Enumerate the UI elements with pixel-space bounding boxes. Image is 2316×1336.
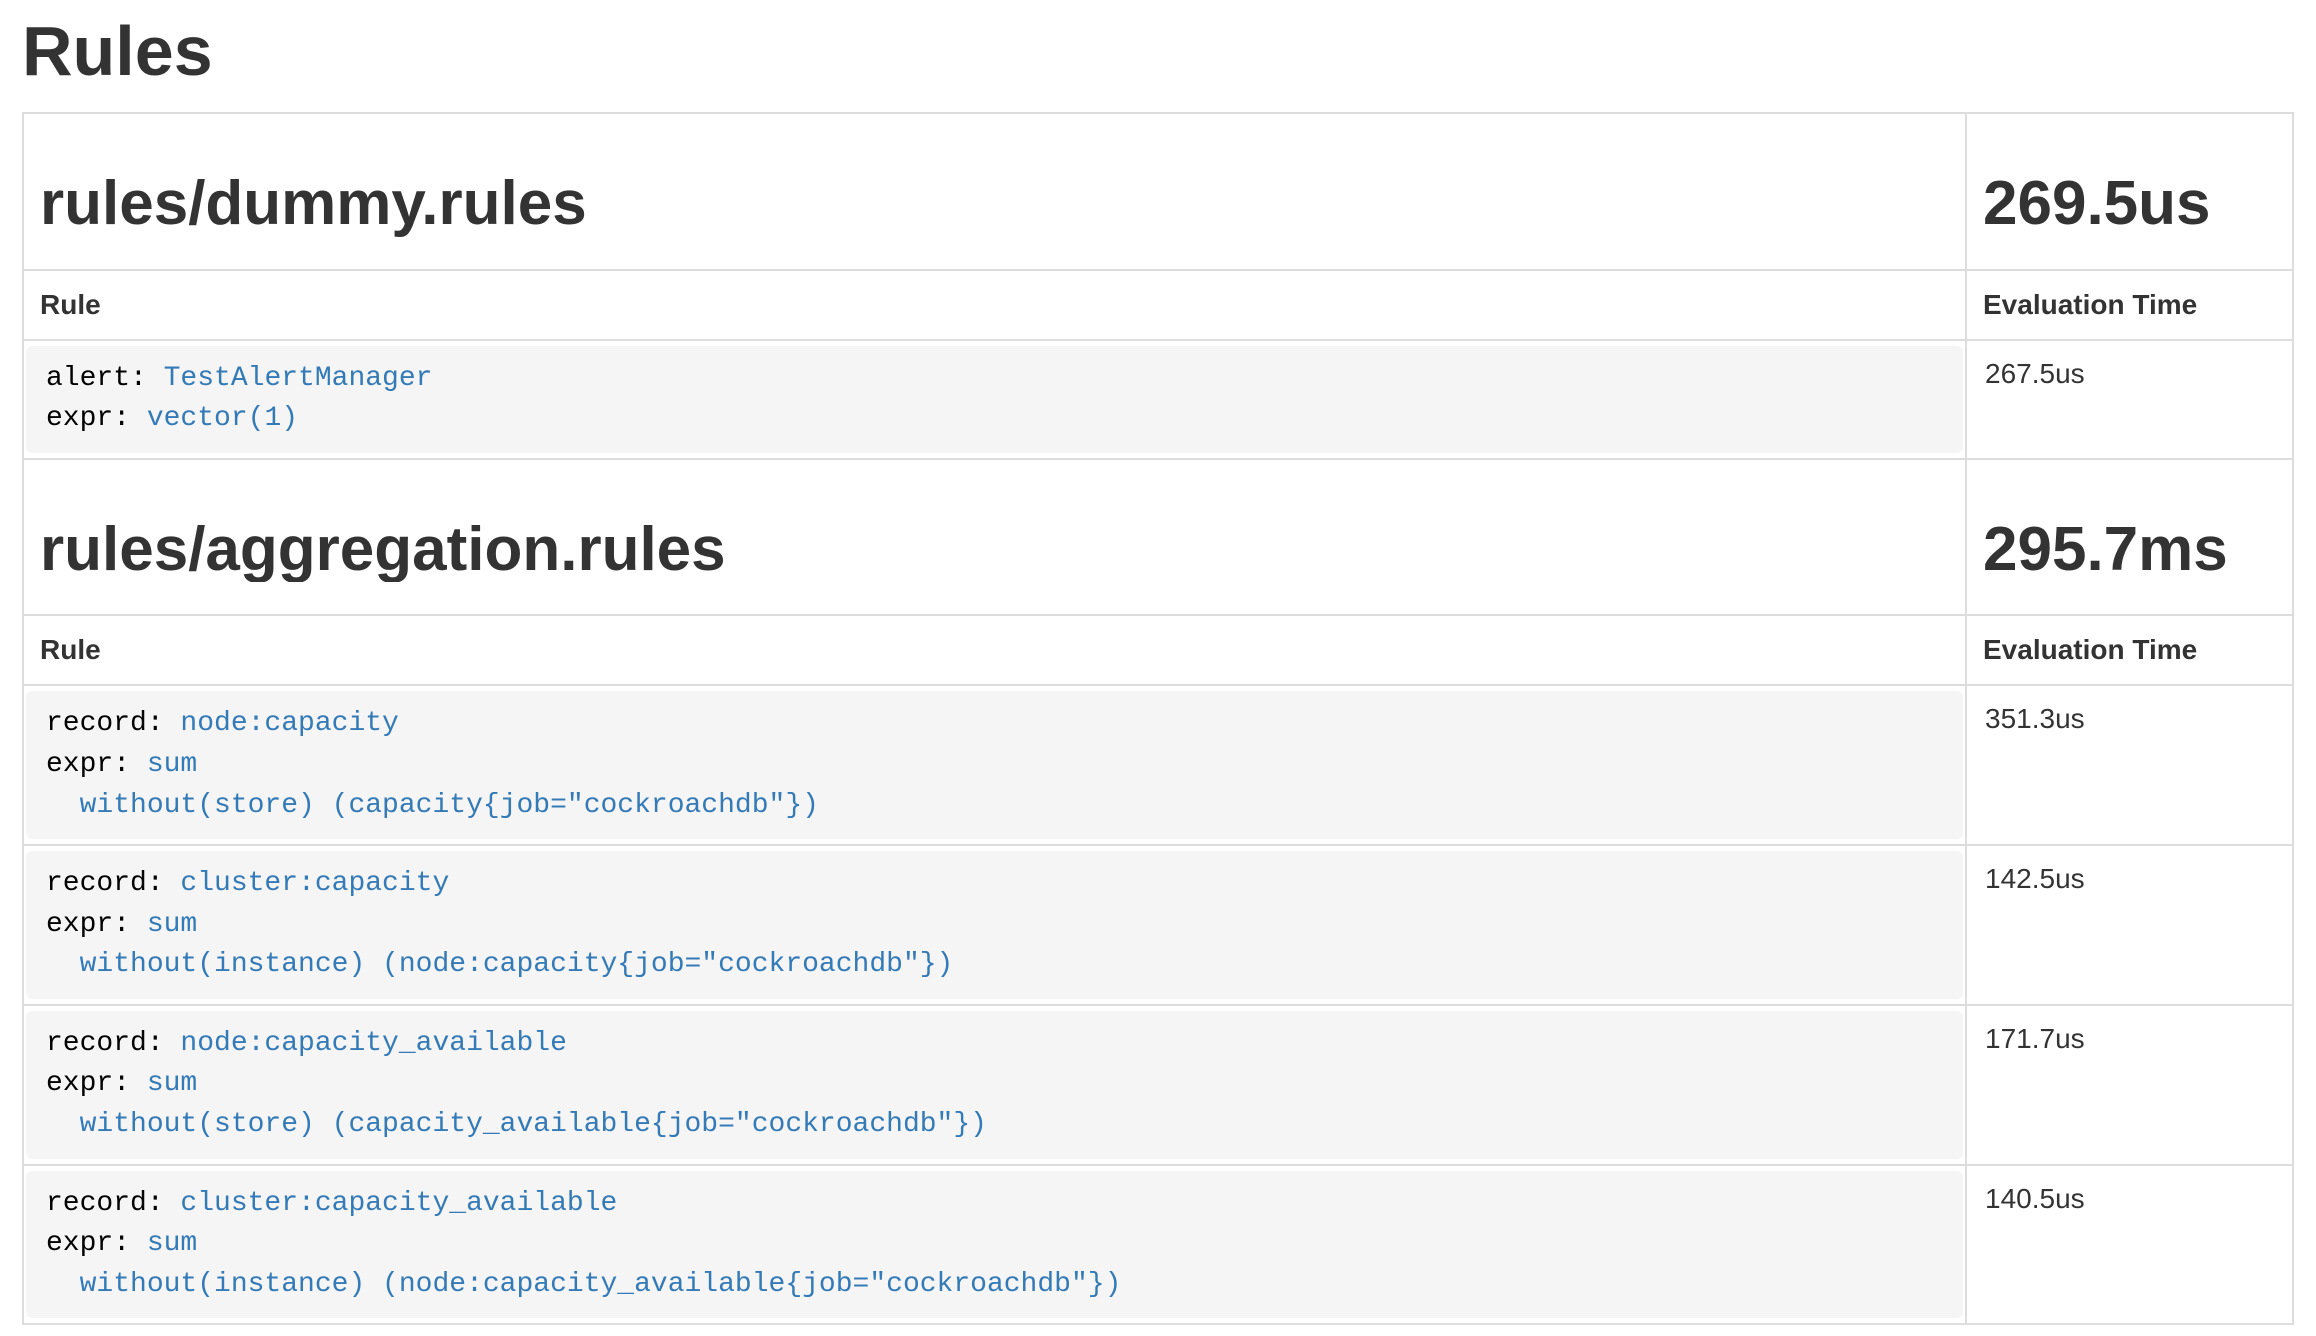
rule-name-link[interactable]: node:capacity_available [180, 1028, 566, 1059]
rule-definition: record: node:capacity expr: sum without(… [26, 691, 1963, 839]
rule-eval-time: 351.3us [1966, 685, 2293, 845]
rule-line: record: node:capacity_available [46, 1024, 1943, 1065]
rule-line: expr: vector(1) [46, 399, 1943, 440]
rule-field-label: record: [46, 1188, 180, 1219]
rule-group-eval-total: 269.5us [1983, 172, 2276, 236]
rule-expression-link[interactable]: sum [147, 749, 197, 780]
column-header-row: Rule Evaluation Time [23, 615, 2293, 685]
rule-group-eval-total: 295.7ms [1983, 518, 2276, 582]
rule-line: expr: sum [46, 1224, 1943, 1265]
rule-field-label: record: [46, 1028, 180, 1059]
time-column-header: Evaluation Time [1966, 270, 2293, 340]
rule-line: without(store) (capacity_available{job="… [46, 1105, 1943, 1146]
rule-row: record: node:capacity_available expr: su… [23, 1005, 2293, 1165]
rule-name-link[interactable]: TestAlertManager [164, 363, 433, 394]
rule-eval-time: 140.5us [1966, 1165, 2293, 1325]
rule-expression-link[interactable]: without(instance) (node:capacity{job="co… [46, 949, 953, 980]
rule-definition: record: cluster:capacity expr: sum witho… [26, 851, 1963, 999]
rules-page: Rules rules/dummy.rules 269.5us Rule Eva… [0, 14, 2316, 1325]
group-header-row: rules/dummy.rules 269.5us [23, 113, 2293, 269]
rule-expression-link[interactable]: without(instance) (node:capacity_availab… [46, 1269, 1121, 1300]
rule-line: expr: sum [46, 1064, 1943, 1105]
rule-row: alert: TestAlertManager expr: vector(1) … [23, 340, 2293, 459]
rule-field-label: record: [46, 708, 180, 739]
page-title: Rules [22, 14, 2294, 88]
rule-column-header: Rule [23, 615, 1966, 685]
group-header-row: rules/aggregation.rules 295.7ms [23, 459, 2293, 615]
rule-group-file: rules/dummy.rules [40, 172, 1949, 236]
rule-expression-link[interactable]: without(store) (capacity{job="cockroachd… [46, 790, 819, 821]
rule-field-label: alert: [46, 363, 164, 394]
rule-row: record: cluster:capacity_available expr:… [23, 1165, 2293, 1325]
rule-line: record: node:capacity [46, 704, 1943, 745]
rule-expression-link[interactable]: sum [147, 1068, 197, 1099]
rule-line: expr: sum [46, 745, 1943, 786]
rule-line: without(instance) (node:capacity{job="co… [46, 945, 1943, 986]
rule-row: record: node:capacity expr: sum without(… [23, 685, 2293, 845]
rule-expression-link[interactable]: sum [147, 1228, 197, 1259]
rules-table: rules/dummy.rules 269.5us Rule Evaluatio… [22, 112, 2294, 1325]
rule-line: record: cluster:capacity [46, 864, 1943, 905]
rule-field-label: expr: [46, 1228, 147, 1259]
rule-line: without(store) (capacity{job="cockroachd… [46, 786, 1943, 827]
rule-name-link[interactable]: node:capacity [180, 708, 398, 739]
column-header-row: Rule Evaluation Time [23, 270, 2293, 340]
rule-expression-link[interactable]: vector(1) [147, 403, 298, 434]
rule-definition: alert: TestAlertManager expr: vector(1) [26, 346, 1963, 453]
rule-line: alert: TestAlertManager [46, 359, 1943, 400]
rule-line: without(instance) (node:capacity_availab… [46, 1265, 1943, 1306]
rule-field-label: expr: [46, 909, 147, 940]
rule-definition: record: node:capacity_available expr: su… [26, 1011, 1963, 1159]
rule-eval-time: 142.5us [1966, 845, 2293, 1005]
rule-expression-link[interactable]: without(store) (capacity_available{job="… [46, 1109, 987, 1140]
rule-field-label: expr: [46, 403, 147, 434]
rule-name-link[interactable]: cluster:capacity [180, 868, 449, 899]
rule-eval-time: 171.7us [1966, 1005, 2293, 1165]
rule-row: record: cluster:capacity expr: sum witho… [23, 845, 2293, 1005]
rule-eval-time: 267.5us [1966, 340, 2293, 459]
rule-field-label: expr: [46, 1068, 147, 1099]
time-column-header: Evaluation Time [1966, 615, 2293, 685]
rule-name-link[interactable]: cluster:capacity_available [180, 1188, 617, 1219]
rule-column-header: Rule [23, 270, 1966, 340]
rule-field-label: record: [46, 868, 180, 899]
rule-group-file: rules/aggregation.rules [40, 518, 1949, 582]
rule-definition: record: cluster:capacity_available expr:… [26, 1171, 1963, 1319]
rule-line: expr: sum [46, 905, 1943, 946]
rule-expression-link[interactable]: sum [147, 909, 197, 940]
rule-line: record: cluster:capacity_available [46, 1184, 1943, 1225]
rule-field-label: expr: [46, 749, 147, 780]
